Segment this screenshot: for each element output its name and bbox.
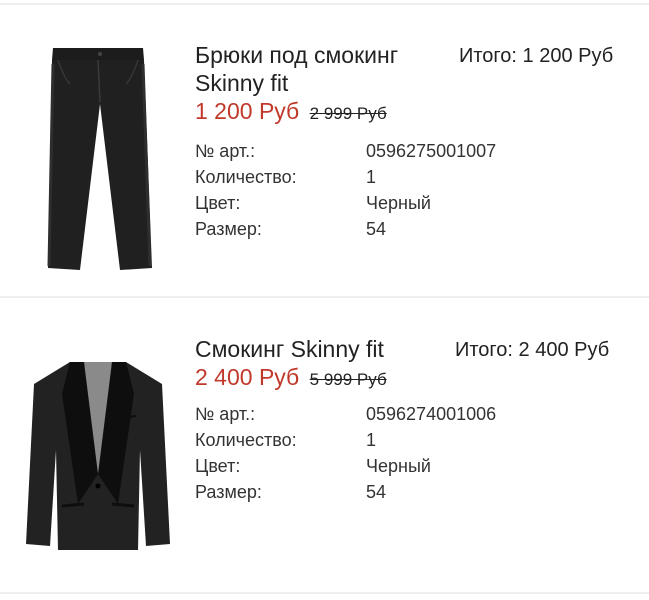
- item-total-trousers: Итого: 1 200 Руб: [459, 43, 613, 69]
- total-value: 1 200 Руб: [522, 45, 614, 67]
- detail-label: Количество:: [195, 167, 297, 187]
- detail-row-quantity: Количество: 1: [195, 164, 555, 190]
- detail-value: Черный: [366, 193, 431, 213]
- price-row-trousers: 1 200 Руб 2 999 Руб: [195, 98, 387, 125]
- old-price: 5 999 Руб: [309, 370, 387, 389]
- detail-row-size: Размер: 54: [195, 216, 555, 242]
- detail-row-quantity: Количество: 1: [195, 427, 555, 453]
- total-label: Итого:: [455, 339, 513, 361]
- current-price: 2 400 Руб: [195, 364, 300, 390]
- detail-value: 1: [366, 430, 377, 450]
- product-title-jacket[interactable]: Смокинг Skinny fit: [195, 335, 384, 363]
- detail-value: 54: [366, 482, 387, 502]
- price-row-jacket: 2 400 Руб 5 999 Руб: [195, 364, 387, 391]
- detail-row-size: Размер: 54: [195, 479, 555, 505]
- detail-row-color: Цвет: Черный: [195, 453, 555, 479]
- product-title-line1: Смокинг Skinny fit: [195, 336, 384, 362]
- trousers-image: [47, 48, 152, 270]
- detail-label: Цвет:: [195, 193, 241, 213]
- jacket-image: [26, 362, 170, 550]
- detail-value: 0596274001006: [366, 404, 497, 424]
- detail-label: Размер:: [195, 482, 262, 502]
- cart-item-jacket: Смокинг Skinny fit Итого: 2 400 Руб 2 40…: [0, 300, 649, 590]
- product-title-line1: Брюки под смокинг: [195, 42, 399, 68]
- detail-row-color: Цвет: Черный: [195, 190, 555, 216]
- item-total-jacket: Итого: 2 400 Руб: [455, 337, 609, 363]
- item-divider: [0, 296, 649, 298]
- total-value: 2 400 Руб: [518, 339, 610, 361]
- cart-item-trousers: Брюки под смокинг Skinny fit Итого: 1 20…: [0, 0, 649, 300]
- detail-label: Цвет:: [195, 456, 241, 476]
- detail-row-article: № арт.: 0596275001007: [195, 138, 555, 164]
- bottom-divider: [0, 592, 649, 594]
- old-price: 2 999 Руб: [309, 104, 387, 123]
- product-image-jacket[interactable]: [22, 354, 174, 554]
- detail-value: Черный: [366, 456, 431, 476]
- total-label: Итого:: [459, 45, 517, 67]
- detail-label: № арт.:: [195, 404, 256, 424]
- detail-value: 1: [366, 167, 377, 187]
- product-title-trousers[interactable]: Брюки под смокинг Skinny fit: [195, 41, 398, 97]
- detail-row-article: № арт.: 0596274001006: [195, 401, 555, 427]
- detail-value: 0596275001007: [366, 141, 497, 161]
- detail-label: Размер:: [195, 219, 262, 239]
- detail-label: № арт.:: [195, 141, 256, 161]
- details-list-jacket: № арт.: 0596274001006 Количество: 1 Цвет…: [195, 401, 555, 505]
- details-list-trousers: № арт.: 0596275001007 Количество: 1 Цвет…: [195, 138, 555, 242]
- product-image-trousers[interactable]: [40, 44, 160, 274]
- detail-label: Количество:: [195, 430, 297, 450]
- detail-value: 54: [366, 219, 387, 239]
- product-title-line2: Skinny fit: [195, 70, 289, 96]
- current-price: 1 200 Руб: [195, 98, 300, 124]
